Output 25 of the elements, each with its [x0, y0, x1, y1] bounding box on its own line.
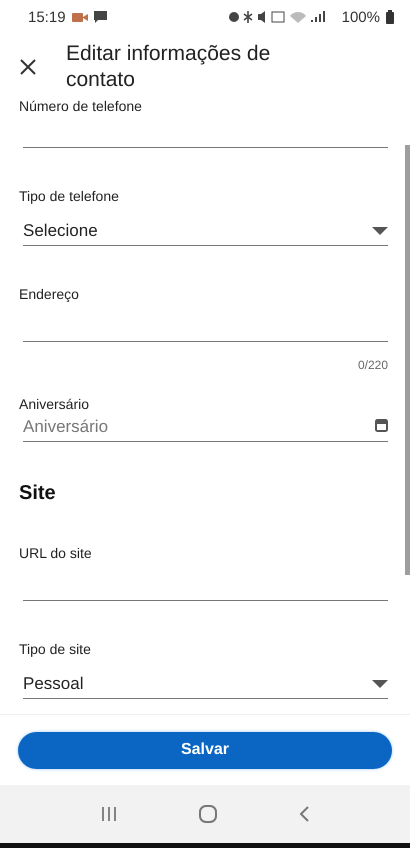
field-label: Tipo de telefone [19, 188, 120, 204]
dropdown-arrow-icon [372, 227, 388, 235]
back-icon[interactable] [299, 806, 309, 822]
save-button[interactable]: Salvar [18, 732, 392, 768]
page-title: Editar informações de contato [66, 41, 272, 93]
field-label: Tipo de site [19, 641, 92, 657]
home-icon[interactable] [199, 805, 217, 823]
message-icon [94, 11, 107, 23]
character-counter: 0/220 [358, 358, 388, 372]
battery-icon [386, 10, 394, 24]
dropdown-field[interactable]: Selecione [23, 204, 388, 246]
battery-percent: 100% [342, 8, 380, 26]
section-heading: Site [19, 482, 57, 505]
field-label: Número de telefone [19, 98, 143, 114]
recent-apps-icon[interactable] [101, 806, 117, 822]
dropdown-field[interactable]: Pessoal [23, 657, 388, 699]
status-time: 15:19 [28, 8, 66, 26]
dropdown-arrow-icon [372, 680, 388, 688]
field-label: URL do site [19, 545, 93, 561]
field-label: Endereço [19, 286, 80, 302]
field-label: Aniversário [19, 396, 90, 412]
camera-icon [72, 12, 88, 22]
close-icon [20, 59, 36, 75]
calendar-icon [375, 419, 388, 432]
date-field[interactable]: Aniversário [23, 412, 388, 442]
